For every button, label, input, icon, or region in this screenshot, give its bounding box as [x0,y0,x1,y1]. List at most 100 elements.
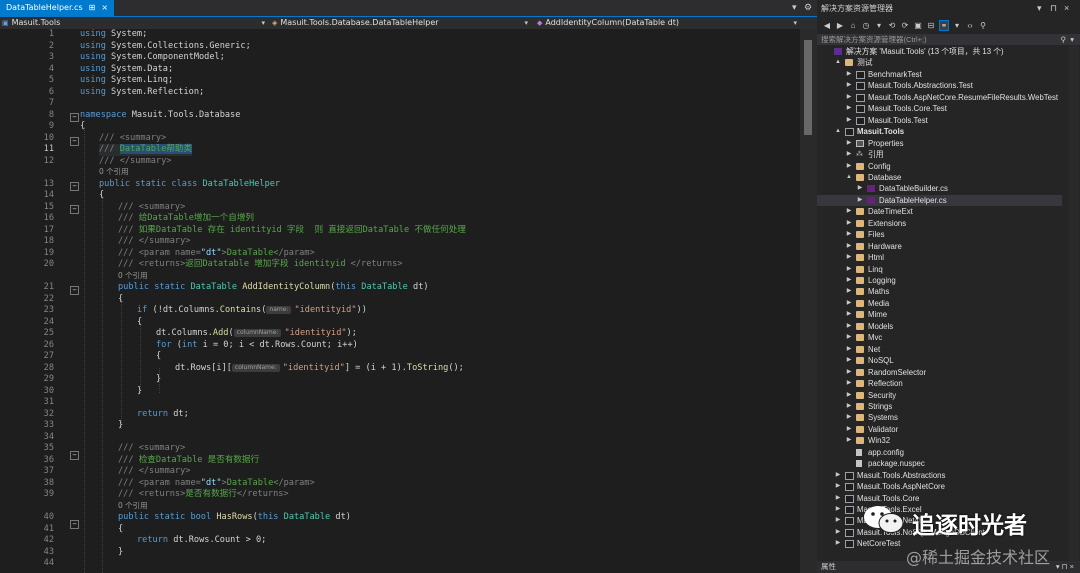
refresh-icon[interactable]: ⟳ [901,21,909,30]
expand-arrow-icon[interactable]: ▶ [845,115,853,127]
expand-arrow-icon[interactable]: ▶ [845,321,853,333]
expand-arrow-icon[interactable]: ▶ [834,538,842,550]
expand-arrow-icon[interactable]: ▶ [856,183,864,195]
collapse-all-icon[interactable]: ⊟ [927,21,935,30]
search-options-dropdown-icon[interactable]: ▾ [1070,34,1074,45]
tree-node[interactable]: ▶ Masuit.Tools.Abstractions [817,470,1062,482]
tree-node[interactable]: ▶ Security [817,390,1062,402]
expand-arrow-icon[interactable]: ▶ [845,286,853,298]
reference-count[interactable]: 0 个引用 [118,271,148,281]
project-dropdown[interactable]: ▣ Masuit.Tools ▾ [2,17,267,29]
expand-arrow-icon[interactable]: ▶ [845,103,853,115]
tree-node[interactable]: ▶ Mvc [817,332,1062,344]
member-dropdown[interactable]: ◆ AddIdentityColumn(DataTable dt) ▾ [537,17,799,29]
expand-arrow-icon[interactable]: ▶ [845,378,853,390]
expand-arrow-icon[interactable]: ▶ [845,275,853,287]
tree-node[interactable]: ▶ Masuit.Tools.Test [817,115,1062,127]
type-dropdown[interactable]: ◈ Masuit.Tools.Database.DataTableHelper … [272,17,530,29]
code-view-icon[interactable]: ‹› [966,21,974,30]
dropdown-icon[interactable]: ▾ [875,21,883,30]
tree-node[interactable]: ▶ Extensions [817,218,1062,230]
tree-node[interactable]: ▶ Mime [817,309,1062,321]
code-editor[interactable]: DataTableHelper.cs ⊞ × ▾ ⚙ ▣ Masuit.Tool… [0,0,817,573]
tree-node[interactable]: ▶ Net [817,344,1062,356]
tree-node[interactable]: ▶ Html [817,252,1062,264]
expand-arrow-icon[interactable]: ▶ [834,481,842,493]
expand-arrow-icon[interactable]: ▶ [845,80,853,92]
close-icon[interactable]: × [101,0,108,16]
tab-datatablehelper[interactable]: DataTableHelper.cs ⊞ × [0,0,115,16]
collapse-arrow-icon[interactable]: ▲ [845,172,853,184]
tree-node[interactable]: ▶ RandomSelector [817,367,1062,379]
tree-node[interactable]: ▶ Masuit.Tools.Abstractions.Test [817,80,1062,92]
tree-node[interactable]: ▶ BenchmarkTest [817,69,1062,81]
tree-node[interactable]: ▶ Maths [817,286,1062,298]
expand-arrow-icon[interactable]: ▶ [845,401,853,413]
expand-arrow-icon[interactable]: ▶ [834,470,842,482]
expand-arrow-icon[interactable]: ▶ [845,149,853,161]
expand-arrow-icon[interactable]: ▶ [845,218,853,230]
search-icon[interactable]: ⚲ [1061,34,1067,45]
tree-node[interactable]: ▶ Validator [817,424,1062,436]
expand-arrow-icon[interactable]: ▶ [834,493,842,505]
tree-node[interactable]: ▶ ⁂ 引用 [817,149,1062,161]
expand-arrow-icon[interactable]: ▶ [845,252,853,264]
tree-node[interactable]: ▶ NoSQL [817,355,1062,367]
expand-arrow-icon[interactable]: ▶ [845,412,853,424]
expand-arrow-icon[interactable]: ▶ [845,435,853,447]
tree-node[interactable]: ▲ Masuit.Tools [817,126,1062,138]
tree-node[interactable]: ▶ Hardware [817,241,1062,253]
tree-node[interactable]: ▶ Logging [817,275,1062,287]
reference-count[interactable]: 0 个引用 [99,167,129,177]
expand-arrow-icon[interactable]: ▶ [845,206,853,218]
tree-node[interactable]: ▶ DataTableBuilder.cs [817,183,1062,195]
expand-arrow-icon[interactable]: ▶ [834,504,842,516]
forward-arrow-icon[interactable]: ▶ [836,21,844,30]
tree-node[interactable]: ▶ Masuit.Tools.Core.Test [817,103,1062,115]
expand-arrow-icon[interactable]: ▶ [845,264,853,276]
tree-node[interactable]: ▶ Config [817,161,1062,173]
expand-arrow-icon[interactable]: ▶ [845,298,853,310]
tab-list-dropdown-icon[interactable]: ▾ [792,0,797,16]
tree-node[interactable]: ▶ DateTimeExt [817,206,1062,218]
undo-icon[interactable]: ⟲ [888,21,896,30]
tree-node[interactable]: ▶ Media [817,298,1062,310]
tree-node[interactable]: ▶ Models [817,321,1062,333]
dropdown-icon[interactable]: ▾ [953,21,961,30]
scrollbar-thumb[interactable] [804,40,812,135]
tree-node[interactable]: ▶ DataTableHelper.cs [817,194,1062,207]
solution-node[interactable]: 解决方案 'Masuit.Tools' (13 个项目，共 13 个) [817,46,1062,58]
back-arrow-icon[interactable]: ◀ [823,21,831,30]
panel-menu-dropdown-icon[interactable]: ▾ [1037,0,1042,17]
collapse-arrow-icon[interactable]: ▲ [834,126,842,138]
expand-arrow-icon[interactable]: ▶ [845,69,853,81]
expand-arrow-icon[interactable]: ▶ [856,195,864,207]
expand-arrow-icon[interactable]: ▶ [845,390,853,402]
tree-node[interactable]: ▶ Masuit.Tools.AspNetCore.ResumeFileResul… [817,92,1062,104]
tree-node[interactable]: ▶ Reflection [817,378,1062,390]
tree-node[interactable]: ▶ Files [817,229,1062,241]
sync-with-document-icon[interactable]: ⚭ [939,20,949,31]
expand-arrow-icon[interactable]: ▶ [845,424,853,436]
expand-arrow-icon[interactable]: ▶ [845,92,853,104]
settings-gear-icon[interactable]: ⚙ [804,0,812,16]
tree-node[interactable]: package.nuspec [817,458,1062,470]
pin-icon[interactable]: ⊞ [89,0,96,16]
expand-arrow-icon[interactable]: ▶ [834,527,842,539]
tree-node[interactable]: ▶ Properties [817,138,1062,150]
home-icon[interactable]: ⌂ [849,21,857,30]
pin-icon[interactable]: ⊓ [1050,0,1057,17]
expand-arrow-icon[interactable]: ▶ [845,367,853,379]
expand-arrow-icon[interactable]: ▶ [845,138,853,150]
properties-wrench-icon[interactable]: ⚲ [979,21,987,30]
expand-arrow-icon[interactable]: ▶ [845,309,853,321]
tree-node[interactable]: ▶ Win32 [817,435,1062,447]
tree-node[interactable]: ▶ Masuit.Tools.AspNetCore [817,481,1062,493]
solution-search-input[interactable]: 搜索解决方案资源管理器(Ctrl+;) ⚲ ▾ [817,34,1080,45]
close-icon[interactable]: × [1064,0,1069,17]
tree-node[interactable]: ▶ Strings [817,401,1062,413]
tree-vertical-scrollbar[interactable] [1069,46,1079,561]
expand-arrow-icon[interactable]: ▶ [845,161,853,173]
expand-arrow-icon[interactable]: ▶ [834,515,842,527]
reference-count[interactable]: 0 个引用 [118,501,148,511]
